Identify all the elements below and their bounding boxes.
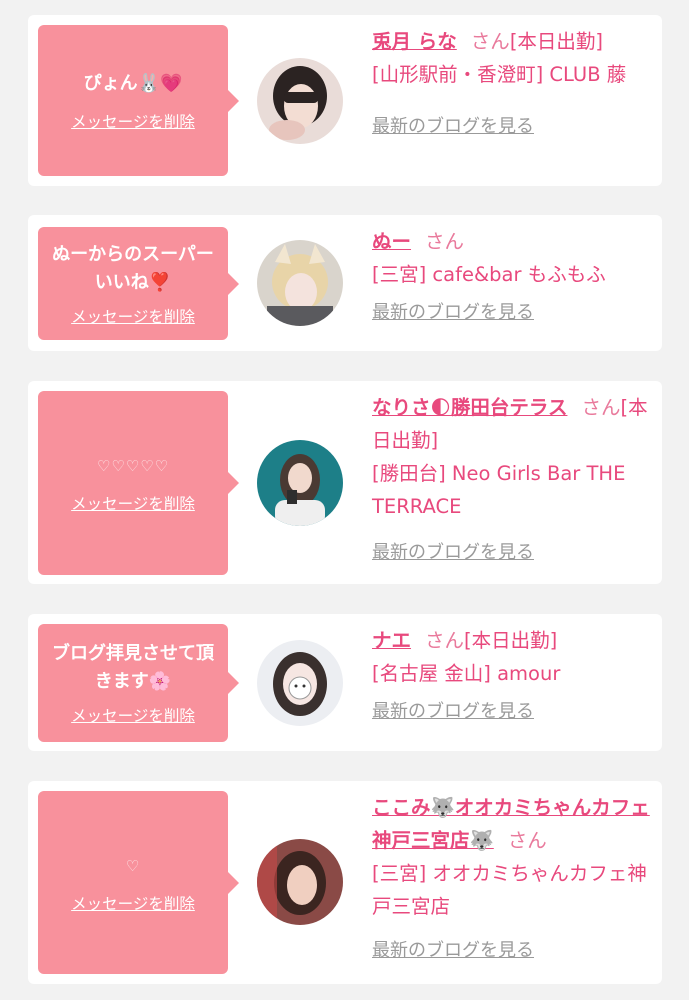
latest-blog-link[interactable]: 最新のブログを見る xyxy=(372,112,534,142)
delete-message-link[interactable]: メッセージを削除 xyxy=(71,492,195,514)
message-bubble: ぴょん🐰💗 メッセージを削除 xyxy=(38,25,239,176)
avatar[interactable] xyxy=(257,58,343,144)
cast-name-link[interactable]: 兎月 らな xyxy=(372,30,457,53)
honorific: さん xyxy=(507,829,547,852)
message-text: ぴょん🐰💗 xyxy=(83,72,183,94)
latest-blog-link[interactable]: 最新のブログを見る xyxy=(372,697,534,727)
message-text: ♡♡♡♡♡ xyxy=(96,457,170,475)
message-bubble: ♡ メッセージを削除 xyxy=(38,791,239,974)
message-list: ぴょん🐰💗 メッセージを削除 兎月 らな さん[本日出勤] [山形駅前・香澄町] … xyxy=(0,0,689,1000)
latest-blog-link[interactable]: 最新のブログを見る xyxy=(372,538,534,568)
message-card: ぬーからのスーパーいいね❣️ メッセージを削除 ぬー さん [三宮] cafe&b… xyxy=(28,215,662,351)
cast-name-link[interactable]: ぬー xyxy=(372,230,411,253)
work-status: [本日出勤] xyxy=(509,30,604,53)
delete-message-link[interactable]: メッセージを削除 xyxy=(71,305,195,327)
cast-info: なりさ🌓勝田台テラス さん[本日出勤] [勝田台] Neo Girls Bar T… xyxy=(372,391,650,568)
shop-name: [三宮] オオカミちゃんカフェ神戸三宮店 xyxy=(372,862,647,918)
cast-header: 兎月 らな さん[本日出勤] xyxy=(372,25,650,58)
message-text: ♡ xyxy=(125,856,141,875)
honorific: さん xyxy=(425,230,465,253)
shop-name: [三宮] cafe&bar もふもふ xyxy=(372,263,606,286)
latest-blog-link[interactable]: 最新のブログを見る xyxy=(372,298,534,328)
cast-info: ナエ さん[本日出勤] [名古屋 金山] amour 最新のブログを見る xyxy=(372,624,650,727)
honorific: さん xyxy=(425,629,465,652)
honorific: さん xyxy=(470,30,510,53)
avatar-photo xyxy=(257,240,343,326)
cast-name-link[interactable]: なりさ🌓勝田台テラス xyxy=(372,396,567,419)
latest-blog-link[interactable]: 最新のブログを見る xyxy=(372,936,534,966)
shop-name: [勝田台] Neo Girls Bar THE TERRACE xyxy=(372,462,626,518)
message-card: ♡ メッセージを削除 ここみ🐺オオカミちゃんカフェ神戸三宮店🐺 さん [三宮] オ… xyxy=(28,781,662,984)
message-text: ブログ拝見させて頂きます🌸 xyxy=(52,643,214,692)
avatar-photo xyxy=(257,58,343,144)
shop-name: [山形駅前・香澄町] CLUB 藤 xyxy=(372,63,627,86)
delete-message-link[interactable]: メッセージを削除 xyxy=(71,892,195,914)
cast-header: ぬー さん xyxy=(372,225,650,258)
message-text: ぬーからのスーパーいいね❣️ xyxy=(52,243,214,293)
message-bubble: ブログ拝見させて頂きます🌸 メッセージを削除 xyxy=(38,624,239,742)
avatar[interactable] xyxy=(257,240,343,326)
message-card: ブログ拝見させて頂きます🌸 メッセージを削除 ナエ さん[本日出勤] [名古屋 金… xyxy=(28,614,662,751)
message-bubble: ♡♡♡♡♡ メッセージを削除 xyxy=(38,391,239,575)
delete-message-link[interactable]: メッセージを削除 xyxy=(71,110,195,132)
message-card: ぴょん🐰💗 メッセージを削除 兎月 らな さん[本日出勤] [山形駅前・香澄町] … xyxy=(28,15,662,186)
avatar[interactable] xyxy=(257,440,343,526)
avatar[interactable] xyxy=(257,839,343,925)
avatar-photo xyxy=(257,839,343,925)
avatar-photo xyxy=(257,440,343,526)
cast-info: ぬー さん [三宮] cafe&bar もふもふ 最新のブログを見る xyxy=(372,225,650,328)
message-bubble: ぬーからのスーパーいいね❣️ メッセージを削除 xyxy=(38,227,239,340)
work-status: [本日出勤] xyxy=(464,629,558,652)
delete-message-link[interactable]: メッセージを削除 xyxy=(71,704,195,726)
avatar-photo xyxy=(257,640,343,726)
avatar[interactable] xyxy=(257,640,343,726)
cast-info: 兎月 らな さん[本日出勤] [山形駅前・香澄町] CLUB 藤 最新のブログを見… xyxy=(372,25,650,142)
cast-header: なりさ🌓勝田台テラス さん[本日出勤] xyxy=(372,391,650,457)
shop-name: [名古屋 金山] amour xyxy=(372,662,561,685)
message-card: ♡♡♡♡♡ メッセージを削除 なりさ🌓勝田台テラス さん[本日出勤] [勝田台] … xyxy=(28,381,662,584)
cast-name-link[interactable]: ナエ xyxy=(372,629,411,652)
honorific: さん xyxy=(581,396,621,419)
cast-header: ナエ さん[本日出勤] xyxy=(372,624,650,657)
cast-header: ここみ🐺オオカミちゃんカフェ神戸三宮店🐺 さん xyxy=(372,791,650,857)
cast-info: ここみ🐺オオカミちゃんカフェ神戸三宮店🐺 さん [三宮] オオカミちゃんカフェ神戸… xyxy=(372,791,650,966)
